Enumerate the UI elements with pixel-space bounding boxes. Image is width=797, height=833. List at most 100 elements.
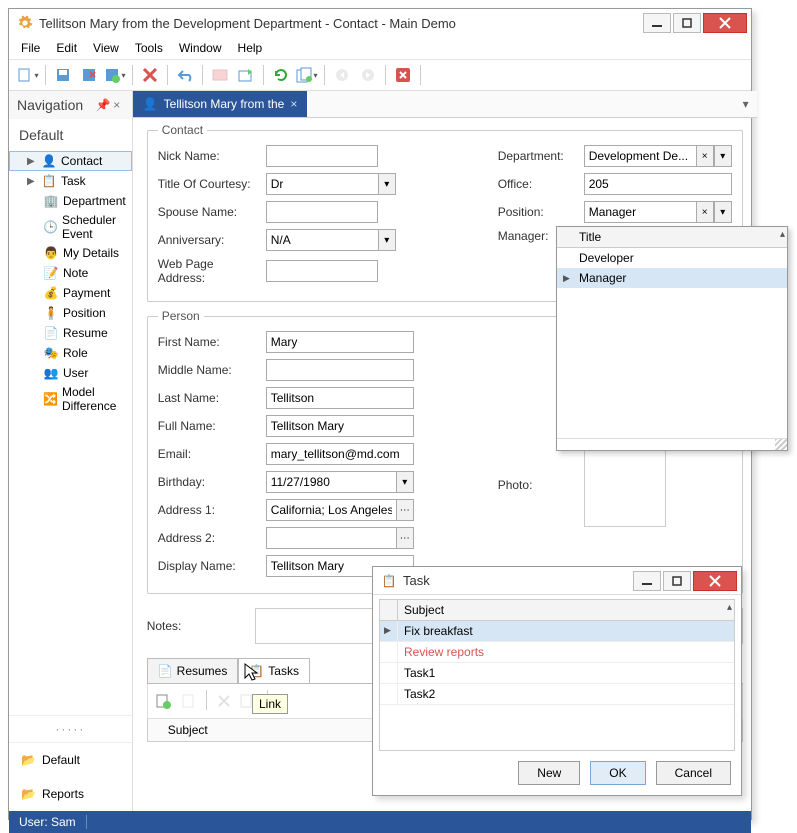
task-minimize-button[interactable] xyxy=(633,571,661,591)
dropdown-item-manager[interactable]: Manager xyxy=(557,268,787,288)
dropdown-item-developer[interactable]: Developer xyxy=(557,248,787,268)
resize-grip[interactable] xyxy=(557,438,787,450)
undo-icon[interactable] xyxy=(174,64,196,86)
main-toolbar: ▾ ▾ ▾ xyxy=(9,60,751,91)
clear-icon[interactable]: × xyxy=(696,145,714,167)
nav-item-note[interactable]: 📝Note xyxy=(9,263,132,283)
nav-item-user[interactable]: 👥User xyxy=(9,363,132,383)
nav-item-task[interactable]: ▶📋Task xyxy=(9,171,132,191)
birthday-input[interactable] xyxy=(266,471,396,493)
folder-icon: 📂 xyxy=(21,787,36,801)
new-button[interactable]: New xyxy=(518,761,580,785)
cancel-button[interactable]: Cancel xyxy=(656,761,731,785)
dropdown-header[interactable]: Title xyxy=(579,230,601,244)
chevron-down-icon[interactable]: ▾ xyxy=(378,229,396,251)
address1-input[interactable] xyxy=(266,499,396,521)
task-row[interactable]: Review reports xyxy=(380,642,734,663)
photo-box[interactable] xyxy=(584,445,666,527)
next-icon xyxy=(357,64,379,86)
menu-tools[interactable]: Tools xyxy=(135,41,163,55)
office-input[interactable] xyxy=(584,173,732,195)
menu-file[interactable]: File xyxy=(21,41,40,55)
chevron-down-icon[interactable]: ▾ xyxy=(378,173,396,195)
middlename-input[interactable] xyxy=(266,359,414,381)
task-maximize-button[interactable] xyxy=(663,571,691,591)
ellipsis-icon[interactable]: ⋯ xyxy=(396,527,414,549)
nav-item-payment[interactable]: 💰Payment xyxy=(9,283,132,303)
lastname-input[interactable] xyxy=(266,387,414,409)
scroll-up-icon[interactable]: ▴ xyxy=(780,229,785,240)
spouse-input[interactable] xyxy=(266,201,378,223)
clear-icon[interactable]: × xyxy=(696,201,714,223)
titlebar: Tellitson Mary from the Development Depa… xyxy=(9,9,751,37)
task-subject-header[interactable]: Subject▴ xyxy=(398,600,734,620)
save-icon[interactable] xyxy=(52,64,74,86)
task-window-title: Task xyxy=(403,573,633,588)
nav-folder-default[interactable]: 📂Default xyxy=(9,743,132,777)
chevron-down-icon[interactable]: ▾ xyxy=(714,145,732,167)
clone-icon[interactable]: ▾ xyxy=(296,64,318,86)
ok-button[interactable]: OK xyxy=(590,761,645,785)
nav-item-contact[interactable]: ▶👤Contact xyxy=(9,151,132,171)
delete-task-icon xyxy=(213,690,235,712)
nav-item-position[interactable]: 🧍Position xyxy=(9,303,132,323)
task-row[interactable]: Fix breakfast xyxy=(380,621,734,642)
nav-item-modeldiff[interactable]: 🔀Model Difference xyxy=(9,383,132,415)
document-tab[interactable]: 👤 Tellitson Mary from the × xyxy=(133,91,308,117)
reset-view-icon[interactable] xyxy=(235,64,257,86)
nav-item-scheduler[interactable]: 🕒Scheduler Event xyxy=(9,211,132,243)
anniversary-input[interactable] xyxy=(266,229,378,251)
position-input[interactable] xyxy=(584,201,696,223)
menu-window[interactable]: Window xyxy=(179,41,222,55)
scroll-up-icon[interactable]: ▴ xyxy=(727,602,732,613)
resume-icon: 📄 xyxy=(158,664,173,678)
menu-help[interactable]: Help xyxy=(238,41,263,55)
nav-item-resume[interactable]: 📄Resume xyxy=(9,323,132,343)
task-row[interactable]: Task2 xyxy=(380,684,734,705)
app-gear-icon xyxy=(17,15,33,31)
maximize-button[interactable] xyxy=(673,13,701,33)
subtab-resumes[interactable]: 📄Resumes xyxy=(147,658,239,683)
menu-view[interactable]: View xyxy=(93,41,119,55)
nickname-input[interactable] xyxy=(266,145,378,167)
link-icon[interactable] xyxy=(152,690,174,712)
fullname-input[interactable] xyxy=(266,415,414,437)
nav-item-mydetails[interactable]: 👨My Details xyxy=(9,243,132,263)
delete-icon[interactable] xyxy=(139,64,161,86)
nav-splitter[interactable]: ····· xyxy=(9,715,132,742)
window-title: Tellitson Mary from the Development Depa… xyxy=(39,16,643,31)
nav-close-icon[interactable]: × xyxy=(110,98,124,112)
nav-folder-reports[interactable]: 📂Reports xyxy=(9,777,132,811)
department-input[interactable] xyxy=(584,145,696,167)
menu-edit[interactable]: Edit xyxy=(56,41,77,55)
new-icon[interactable]: ▾ xyxy=(17,64,39,86)
refresh-icon[interactable] xyxy=(270,64,292,86)
task-grid: Fix breakfast Review reports Task1 Task2 xyxy=(379,621,735,751)
prev-icon xyxy=(331,64,353,86)
task-row[interactable]: Task1 xyxy=(380,663,734,684)
minimize-button[interactable] xyxy=(643,13,671,33)
tab-close-icon[interactable]: × xyxy=(290,97,297,111)
nav-item-department[interactable]: 🏢Department xyxy=(9,191,132,211)
email-input[interactable] xyxy=(266,443,414,465)
menubar: File Edit View Tools Window Help xyxy=(9,37,751,60)
webpage-input[interactable] xyxy=(266,260,378,282)
tab-overflow-icon[interactable]: ▾ xyxy=(735,97,757,111)
firstname-input[interactable] xyxy=(266,331,414,353)
chevron-down-icon[interactable]: ▾ xyxy=(714,201,732,223)
title-input[interactable] xyxy=(266,173,378,195)
contact-legend: Contact xyxy=(158,123,207,137)
save-new-icon[interactable]: ▾ xyxy=(104,64,126,86)
status-bar: User: Sam xyxy=(9,811,751,833)
close-record-icon[interactable] xyxy=(392,64,414,86)
task-close-button[interactable] xyxy=(693,571,737,591)
save-close-icon[interactable] xyxy=(78,64,100,86)
pin-icon[interactable]: 📌 xyxy=(96,98,110,112)
contact-icon: 👤 xyxy=(143,97,158,111)
cursor-icon xyxy=(244,663,260,683)
close-button[interactable] xyxy=(703,13,747,33)
nav-item-role[interactable]: 🎭Role xyxy=(9,343,132,363)
ellipsis-icon[interactable]: ⋯ xyxy=(396,499,414,521)
chevron-down-icon[interactable]: ▾ xyxy=(396,471,414,493)
address2-input[interactable] xyxy=(266,527,396,549)
